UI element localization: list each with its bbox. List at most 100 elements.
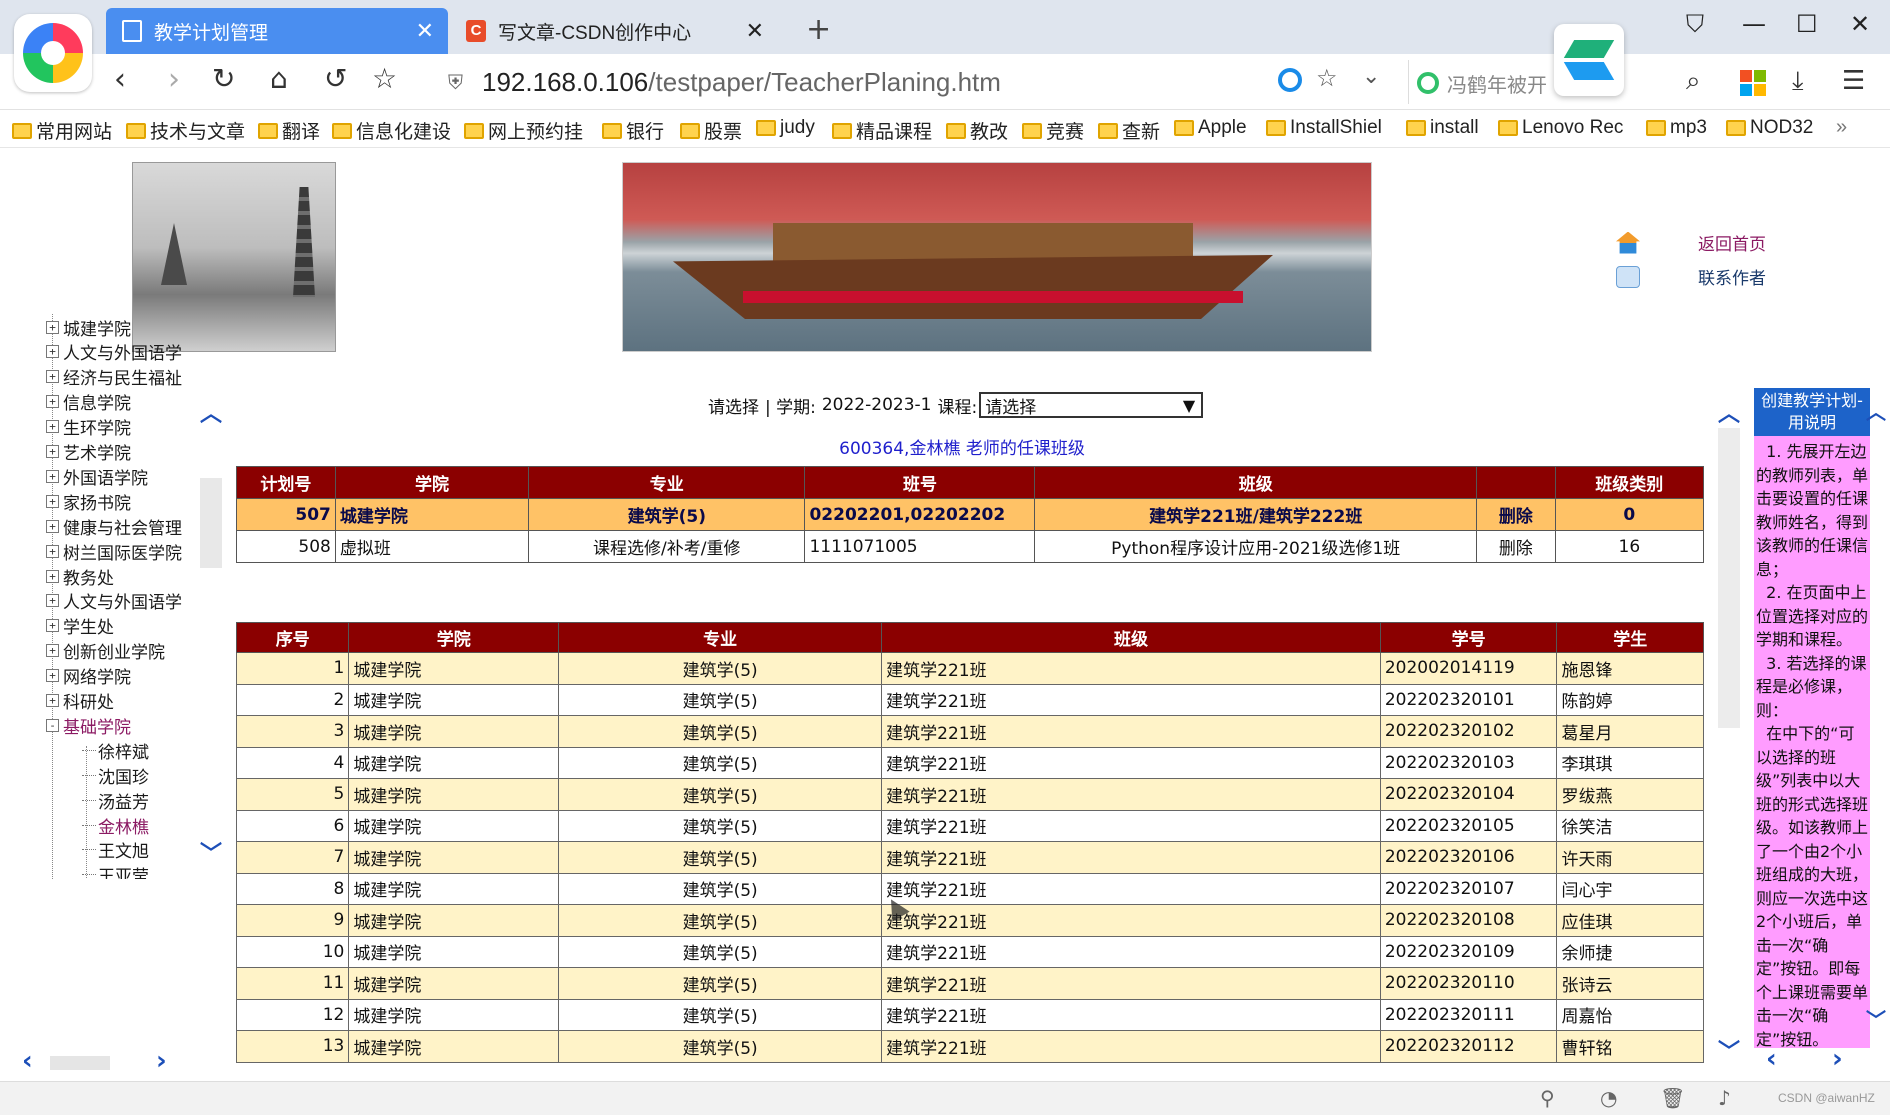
tree-node[interactable]: + 树兰国际医学院 (46, 538, 182, 564)
expand-icon[interactable]: + (46, 469, 59, 483)
tree-teacher-node[interactable]: 王文旭 (82, 837, 149, 863)
home-link[interactable]: 返回首页 (1616, 230, 1766, 255)
volume-icon[interactable]: ♪ (1718, 1086, 1731, 1110)
tree-node[interactable]: + 家扬书院 (46, 488, 131, 514)
teacher-name[interactable]: 沈国珍 (98, 763, 149, 788)
tree-node-label[interactable]: 网络学院 (63, 663, 131, 688)
scroll-up-icon[interactable]: ︿ (1718, 396, 1740, 428)
tree-node-label[interactable]: 树兰国际医学院 (63, 539, 182, 564)
expand-icon[interactable]: + (46, 669, 59, 683)
scroll-down-icon[interactable]: ﹀ (1866, 1004, 1886, 1033)
bookmark-folder[interactable]: 技术与文章 (126, 117, 245, 144)
favorite-star-icon[interactable]: ☆ (372, 62, 397, 95)
bookmark-folder[interactable]: 查新 (1098, 117, 1160, 144)
url-text[interactable]: 192.168.0.106/testpaper/TeacherPlaning.h… (482, 67, 1001, 98)
scroll-down-icon[interactable]: ﹀ (1718, 1034, 1740, 1066)
expand-icon[interactable]: + (46, 544, 59, 558)
bookmark-folder[interactable]: 网上预约挂 (464, 117, 583, 144)
apps-icon[interactable] (1740, 70, 1766, 96)
expand-icon[interactable]: + (46, 395, 59, 409)
tree-node[interactable]: + 经济与民生福祉 (46, 364, 182, 390)
back-icon[interactable]: ‹ (114, 62, 126, 97)
tab-teaching-plan[interactable]: 教学计划管理 ✕ (106, 8, 448, 54)
expand-icon[interactable]: + (46, 594, 59, 608)
scroll-right-icon[interactable]: › (156, 1046, 167, 1076)
tree-node[interactable]: + 创新创业学院 (46, 638, 165, 664)
bookmark-folder[interactable]: Apple (1174, 117, 1247, 139)
expand-icon[interactable]: + (46, 519, 59, 533)
bookmark-folder[interactable]: judy (756, 117, 815, 139)
maximize-icon[interactable]: ☐ (1796, 10, 1818, 38)
tree-node-label[interactable]: 外国语学院 (63, 464, 148, 489)
scroll-right-icon[interactable]: › (1832, 1044, 1843, 1074)
tree-node-label[interactable]: 信息学院 (63, 389, 131, 414)
browser-logo[interactable] (14, 14, 92, 92)
bookmark-folder[interactable]: NOD32 (1726, 117, 1813, 139)
scroll-left-icon[interactable]: ‹ (1766, 1044, 1777, 1074)
scroll-up-icon[interactable]: ︿ (200, 396, 222, 428)
bookmark-folder[interactable]: 股票 (680, 117, 742, 144)
tree-teacher-node[interactable]: 金林樵 (82, 812, 149, 838)
tree-node-label[interactable]: 科研处 (63, 688, 114, 713)
scrollbar-thumb[interactable] (200, 478, 222, 568)
teacher-name[interactable]: 王亚莹 (98, 862, 149, 879)
expand-icon[interactable]: + (46, 569, 59, 583)
tree-node[interactable]: + 健康与社会管理 (46, 513, 182, 539)
trash-icon[interactable]: 🗑 (1660, 1086, 1685, 1110)
bookmark-folder[interactable]: 银行 (602, 117, 664, 144)
expand-icon[interactable]: + (46, 345, 59, 359)
search-icon[interactable]: ⌕ (1686, 66, 1701, 97)
scrollbar-thumb[interactable] (1718, 428, 1740, 728)
tree-teacher-node[interactable]: 汤益芳 (82, 787, 149, 813)
rocket-icon[interactable]: ⚲ (1540, 1086, 1555, 1110)
bookmark-folder[interactable]: 教改 (946, 117, 1008, 144)
tree-node[interactable]: + 外国语学院 (46, 463, 148, 489)
tree-node[interactable]: + 人文与外国语学 (46, 339, 182, 365)
collapse-icon[interactable]: - (46, 718, 59, 732)
home-icon[interactable]: ⌂ (270, 62, 288, 95)
scrollbar-thumb[interactable] (50, 1056, 110, 1070)
speed-icon[interactable]: ◔ (1600, 1086, 1617, 1110)
bookmark-star-icon[interactable]: ☆ (1316, 64, 1338, 92)
menu-icon[interactable]: ☰ (1842, 66, 1865, 96)
tree-node-label[interactable]: 人文与外国语学 (63, 588, 182, 613)
teacher-name[interactable]: 徐梓斌 (98, 738, 149, 763)
bookmark-folder[interactable]: 竞赛 (1022, 117, 1084, 144)
contact-link[interactable]: 联系作者 (1616, 264, 1766, 289)
bookmark-folder[interactable]: 信息化建设 (332, 117, 451, 144)
forward-icon[interactable]: › (168, 62, 180, 97)
bookmark-folder[interactable]: 常用网站 (12, 117, 112, 144)
address-bar[interactable]: ⛨ 192.168.0.106/testpaper/TeacherPlaning… (448, 64, 1408, 102)
expand-icon[interactable]: + (46, 619, 59, 633)
tree-node[interactable]: + 教务处 (46, 563, 114, 589)
expand-icon[interactable]: + (46, 320, 59, 334)
bookmark-folder[interactable]: 精品课程 (832, 117, 932, 144)
undo-icon[interactable]: ↺ (324, 62, 347, 95)
scroll-up-icon[interactable]: ︿ (1866, 396, 1886, 425)
chevron-down-icon[interactable]: ⌄ (1362, 64, 1380, 89)
tree-node-label[interactable]: 人文与外国语学 (63, 339, 182, 364)
bookmark-folder[interactable]: 翻译 (258, 117, 320, 144)
tree-node[interactable]: + 人文与外国语学 (46, 588, 182, 614)
tree-node[interactable]: + 科研处 (46, 688, 114, 714)
scroll-left-icon[interactable]: ‹ (22, 1046, 33, 1076)
tree-node[interactable]: + 信息学院 (46, 389, 131, 415)
expand-icon[interactable]: + (46, 370, 59, 384)
tree-node[interactable]: + 城建学院 (46, 314, 131, 340)
delete-link[interactable]: 删除 (1476, 530, 1556, 563)
bookmark-folder[interactable]: mp3 (1646, 117, 1707, 139)
plan-row[interactable]: 507 城建学院 建筑学(5) 02202201,02202202 建筑学221… (236, 498, 1705, 531)
tree-node-label[interactable]: 健康与社会管理 (63, 514, 182, 539)
close-icon[interactable]: ✕ (746, 18, 764, 44)
teacher-name[interactable]: 汤益芳 (98, 788, 149, 813)
horizontal-scrollbar[interactable]: ‹ › (1754, 1044, 1890, 1074)
close-icon[interactable]: ✕ (416, 18, 434, 44)
tree-teacher-node[interactable]: 徐梓斌 (82, 737, 149, 763)
expand-icon[interactable]: + (46, 420, 59, 434)
tree-node-label[interactable]: 学生处 (63, 613, 114, 638)
tree-node-label[interactable]: 创新创业学院 (63, 638, 165, 663)
plan-row[interactable]: 508 虚拟班 课程选修/补考/重修 1111071005 Python程序设计… (236, 530, 1705, 563)
tree-node-label[interactable]: 教务处 (63, 564, 114, 589)
teacher-name[interactable]: 王文旭 (98, 837, 149, 862)
course-select[interactable]: 请选择 ▼ (979, 392, 1204, 418)
